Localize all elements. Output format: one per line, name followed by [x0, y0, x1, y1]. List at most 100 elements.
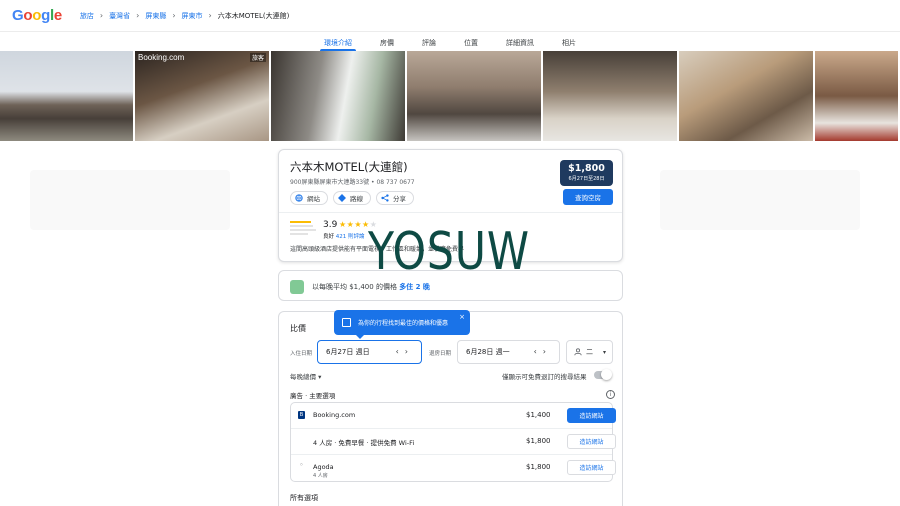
hotel-photo[interactable]: [815, 51, 898, 141]
compare-title: 比價: [290, 324, 306, 333]
breadcrumb-item[interactable]: 屏東市: [182, 11, 203, 21]
checkout-date-field[interactable]: 6月28日 週一 ‹›: [457, 340, 560, 364]
ads-section-heading: 廣告 · 主要選項: [290, 392, 336, 400]
photo-source-label: Booking.com: [138, 53, 185, 62]
star-icon: ★: [354, 220, 363, 229]
visit-site-button[interactable]: 造訪網站: [567, 408, 616, 423]
chevron-right-icon: ›: [172, 11, 176, 20]
provider-name: Agoda: [313, 463, 334, 471]
offers-list: B Booking.com $1,400 造訪網站 4 人房 · 免費早餐 · …: [290, 402, 616, 483]
reviews-link[interactable]: 421 則評論: [336, 234, 365, 240]
deal-text: 以每晚平均 $1,400 的價格 多住 2 晚: [312, 282, 430, 292]
directions-icon: [338, 194, 346, 202]
per-night-dropdown[interactable]: 每晚總價 ▾: [290, 371, 321, 381]
photo-strip: Booking.com 旅客: [0, 51, 900, 141]
directions-button[interactable]: 路線: [333, 191, 371, 205]
guests-value: 二: [586, 348, 593, 356]
checkout-label: 退房日期: [429, 351, 452, 357]
offer-price: $1,400: [526, 411, 551, 419]
tab-reviews[interactable]: 評論: [408, 32, 450, 51]
hotel-address: 900屏東縣屏東市大連路33號 • 08 737 0677: [290, 179, 415, 186]
check-availability-button[interactable]: 查詢空房: [563, 189, 613, 205]
hotel-photo[interactable]: Booking.com 旅客: [135, 51, 269, 141]
background-tile: [660, 170, 860, 230]
price-compare-card: 比價 為你的行程找到最佳的價格和優惠 × 入住日期 6月27日 週日 ‹› 退房…: [278, 310, 623, 506]
checkin-date-field[interactable]: 6月27日 週日 ‹›: [317, 340, 422, 364]
hotel-photo[interactable]: [543, 51, 677, 141]
breadcrumb-item[interactable]: 臺灣省: [109, 11, 130, 21]
tab-location[interactable]: 位置: [450, 32, 492, 51]
tab-bar: 環境介紹 房價 評論 位置 詳細資訊 相片: [0, 32, 900, 51]
photo-badge: 旅客: [249, 53, 266, 62]
divider: [279, 212, 622, 213]
free-cancel-label: 僅顯示可免費退訂的搜尋結果: [502, 373, 587, 381]
website-button[interactable]: 網站: [290, 191, 328, 205]
star-icon: ★: [339, 220, 347, 229]
price-badge[interactable]: $1,800 6月27日至28日: [560, 160, 613, 186]
rating-summary: 良好 421 則評論: [323, 232, 365, 240]
all-options-heading: 所有選項: [290, 494, 318, 502]
deal-text-prefix: 以每晚平均 $1,400 的價格: [312, 283, 397, 291]
hotel-photo[interactable]: [679, 51, 813, 141]
date-nav-arrows[interactable]: ‹›: [396, 347, 414, 356]
calendar-icon: [342, 318, 351, 327]
tooltip-text: 為你的行程找到最佳的價格和優惠: [358, 320, 449, 327]
room-info: 4 人房: [313, 473, 328, 479]
free-cancel-toggle[interactable]: [594, 369, 612, 380]
google-logo[interactable]: Google: [12, 7, 62, 24]
chevron-right-icon: ›: [99, 11, 104, 20]
visit-site-button[interactable]: 造訪網站: [567, 460, 616, 475]
offer-row[interactable]: ◦ Agoda 4 人房 $1,800 造訪網站: [291, 455, 616, 483]
price-value: $1,800: [568, 163, 605, 174]
checkin-value: 6月27日 週日: [326, 348, 370, 356]
offer-price: $1,800: [526, 463, 551, 471]
guests-selector[interactable]: 二 ▾: [566, 340, 613, 364]
logo-letter: o: [32, 7, 42, 24]
share-button[interactable]: 分享: [376, 191, 414, 205]
website-label: 網站: [307, 195, 320, 203]
offer-price: $1,800: [526, 437, 551, 445]
action-chips: 網站 路線 分享: [290, 191, 414, 205]
top-bar: Google 旅店 › 臺灣省 › 屏東縣 › 屏東市 › 六本木MOTEL(大…: [0, 0, 900, 32]
offer-row[interactable]: 4 人房 · 免費早餐 · 提供免費 Wi-Fi $1,800 造訪網站: [291, 429, 616, 455]
date-nav-arrows[interactable]: ‹›: [534, 347, 552, 356]
checkout-value: 6月28日 週一: [466, 348, 510, 356]
visit-site-button[interactable]: 造訪網站: [567, 434, 616, 449]
price-dates: 6月27日至28日: [568, 176, 605, 182]
hotel-photo[interactable]: [0, 51, 133, 141]
checkin-label: 入住日期: [290, 351, 313, 357]
rating-label: 良好: [323, 234, 335, 240]
dropdown-icon: ▾: [603, 348, 607, 356]
hotel-name: 六本木MOTEL(大連館): [290, 160, 408, 174]
chevron-right-icon: ›: [136, 11, 140, 20]
date-tooltip: 為你的行程找到最佳的價格和優惠 ×: [334, 310, 470, 339]
globe-icon: [295, 194, 303, 202]
tooltip-arrow: [356, 335, 364, 339]
hotel-photo[interactable]: [271, 51, 405, 141]
provider-name: Booking.com: [313, 411, 356, 419]
dropdown-icon: ▾: [318, 373, 322, 381]
booking-icon: B: [298, 411, 305, 419]
rating-value: 3.9: [323, 220, 338, 230]
agoda-icon: ◦: [298, 461, 305, 470]
room-description: 4 人房 · 免費早餐 · 提供免費 Wi-Fi: [313, 439, 415, 447]
logo-letter: g: [41, 7, 50, 24]
breadcrumb-item[interactable]: 屏東縣: [145, 11, 166, 21]
per-night-label: 每晚總價: [290, 373, 316, 381]
offer-row[interactable]: B Booking.com $1,400 造訪網站: [291, 403, 616, 429]
tab-prices[interactable]: 房價: [366, 32, 408, 51]
hotel-photo[interactable]: [407, 51, 541, 141]
close-icon[interactable]: ×: [459, 313, 465, 321]
watermark: YOSUW: [368, 222, 530, 282]
share-icon: [381, 194, 389, 202]
person-icon: [574, 348, 582, 356]
breadcrumb-item[interactable]: 旅店: [80, 11, 94, 21]
tab-overview[interactable]: 環境介紹: [310, 32, 366, 51]
tab-details[interactable]: 詳細資訊: [492, 32, 548, 51]
tab-photos[interactable]: 相片: [548, 32, 590, 51]
info-icon[interactable]: i: [606, 390, 615, 399]
breadcrumb-current: 六本木MOTEL(大連館): [217, 11, 290, 20]
rating-bars-icon: [290, 221, 316, 239]
chevron-right-icon: ›: [208, 11, 212, 20]
directions-label: 路線: [350, 195, 363, 203]
